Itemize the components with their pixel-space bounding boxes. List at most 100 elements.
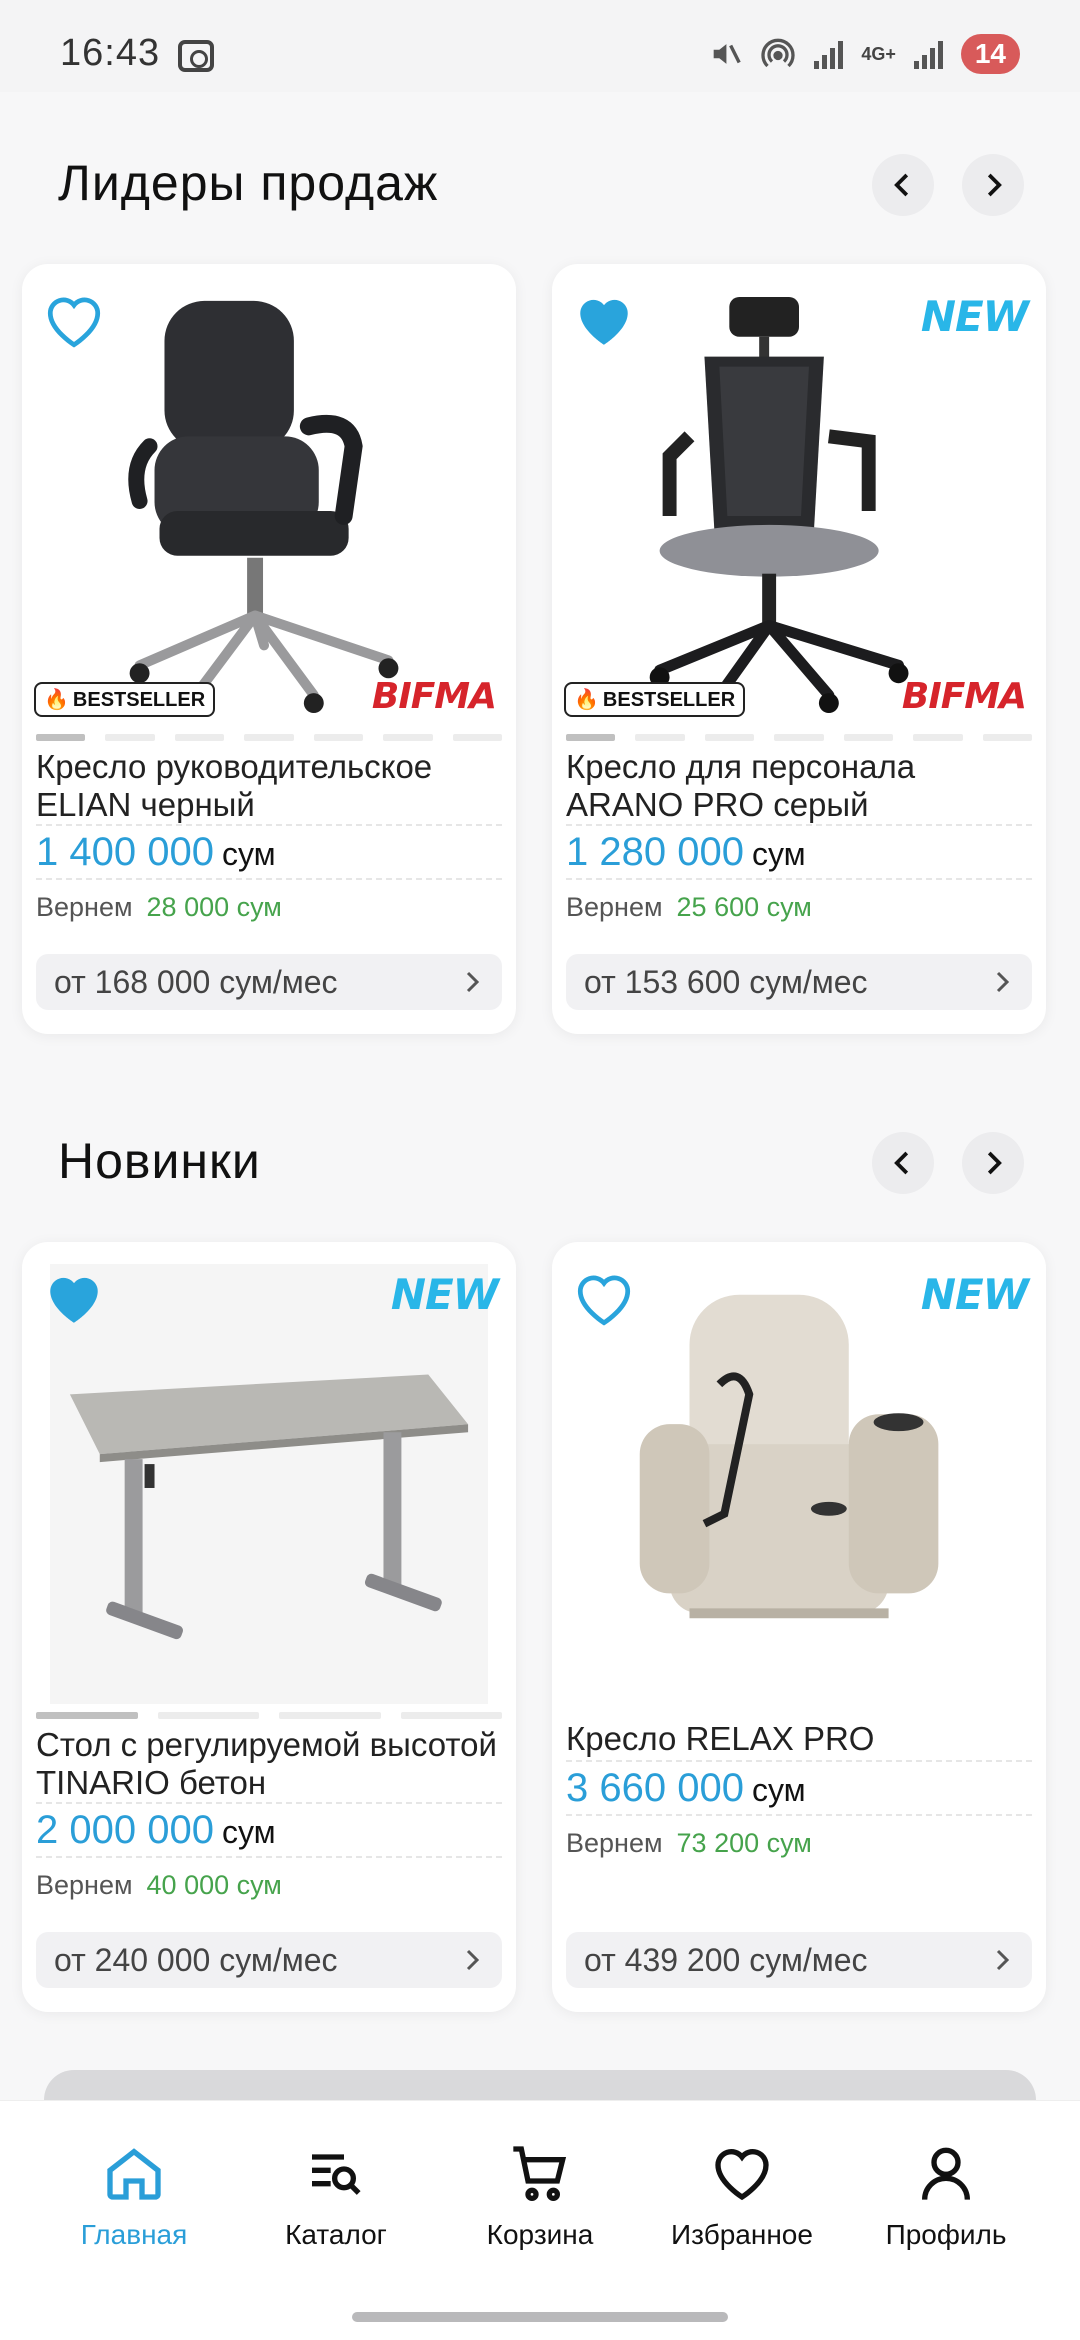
- screenshot-icon: [178, 40, 214, 72]
- mute-icon: [713, 44, 741, 64]
- tab-label: Главная: [80, 2219, 188, 2250]
- brand-logo: BIFMA: [901, 676, 1027, 717]
- new-badge: NEW: [920, 292, 1029, 341]
- chevron-right-icon: [987, 173, 1002, 197]
- bestseller-badge: 🔥 BESTSELLER: [34, 682, 216, 717]
- user-icon: [922, 2147, 970, 2200]
- tab-label: Каталог: [285, 2219, 387, 2250]
- product-name[interactable]: Стол с регулируемой высотой TINARIO бето…: [36, 1726, 502, 1802]
- next-button[interactable]: [962, 154, 1024, 216]
- mesh-chair-image: [649, 296, 909, 714]
- tab-catalog[interactable]: Каталог: [236, 2141, 436, 2251]
- product-name[interactable]: Кресло RELAX PRO: [566, 1720, 1032, 1758]
- price-row: 2 000 000 сум: [36, 1802, 502, 1853]
- installment-button[interactable]: от 153 600 сум/мес: [566, 954, 1032, 1010]
- cashback-value: 25 600 сум: [676, 892, 812, 922]
- tab-label: Профиль: [885, 2219, 1007, 2250]
- status-bar: 16:43 4G+ 14: [0, 0, 1080, 92]
- standing-desk-image: [69, 1374, 469, 1640]
- chevron-right-icon: [996, 1949, 1010, 1971]
- chevron-left-icon: [894, 173, 909, 197]
- currency: сум: [751, 836, 806, 872]
- status-time: 16:43: [60, 32, 161, 74]
- installment-label: от 240 000 сум/мес: [54, 1942, 338, 1978]
- product-card[interactable]: NEW Стол с регулируемой высотой TINARIO …: [22, 1242, 516, 2012]
- cashback-value: 73 200 сум: [676, 1828, 812, 1858]
- product-name[interactable]: Кресло для персонала ARANO PRO серый: [566, 748, 1032, 824]
- tab-label: Избранное: [671, 2219, 813, 2250]
- new-badge: NEW: [390, 1270, 499, 1319]
- brand-logo: BIFMA: [371, 676, 497, 717]
- product-image-mesh-chair[interactable]: [580, 286, 1018, 726]
- new-badge: NEW: [920, 1270, 1029, 1319]
- product-price: 3 660 000: [566, 1766, 744, 1810]
- image-pagination: [36, 1712, 502, 1719]
- favorite-heart-icon[interactable]: [42, 292, 106, 350]
- tab-cart[interactable]: Корзина: [440, 2141, 640, 2251]
- home-indicator[interactable]: [352, 2312, 728, 2322]
- prev-button[interactable]: [872, 1132, 934, 1194]
- product-card[interactable]: NEW 🔥 BESTSELLER BIFMA Кресло для персона…: [552, 264, 1046, 1034]
- image-pagination: [566, 734, 1032, 741]
- product-image-desk[interactable]: [50, 1264, 488, 1704]
- prev-button[interactable]: [872, 154, 934, 216]
- cashback-label: Вернем: [36, 1870, 133, 1900]
- heart-icon: [715, 2149, 769, 2201]
- next-button[interactable]: [962, 1132, 1024, 1194]
- product-price: 1 400 000: [36, 830, 214, 874]
- product-card[interactable]: NEW Кресло RELAX PRO 3 660 000 сум Вернем…: [552, 1242, 1046, 2012]
- product-price: 1 280 000: [566, 830, 744, 874]
- catalog-search-icon: [312, 2154, 361, 2195]
- product-name[interactable]: Кресло руководительское ELIAN черный: [36, 748, 502, 824]
- cashback-row: Вернем 73 200 сум: [566, 1814, 1032, 1859]
- bestseller-badge: 🔥 BESTSELLER: [564, 682, 746, 717]
- section-title: Лидеры продаж: [58, 155, 439, 211]
- installment-button[interactable]: от 168 000 сум/мес: [36, 954, 502, 1010]
- product-price: 2 000 000: [36, 1808, 214, 1852]
- installment-button[interactable]: от 240 000 сум/мес: [36, 1932, 502, 1988]
- cashback-label: Вернем: [36, 892, 133, 922]
- chevron-right-icon: [987, 1151, 1002, 1175]
- cashback-value: 40 000 сум: [146, 1870, 282, 1900]
- installment-label: от 439 200 сум/мес: [584, 1942, 868, 1978]
- tab-profile[interactable]: Профиль: [846, 2141, 1046, 2251]
- product-card[interactable]: 🔥 BESTSELLER BIFMA Кресло руководительско…: [22, 264, 516, 1034]
- tab-label: Корзина: [486, 2219, 594, 2250]
- favorite-heart-icon[interactable]: [572, 1270, 636, 1328]
- cashback-row: Вернем 25 600 сум: [566, 878, 1032, 923]
- currency: сум: [221, 1814, 276, 1850]
- chevron-right-icon: [466, 1949, 480, 1971]
- price-row: 1 400 000 сум: [36, 824, 502, 875]
- price-row: 3 660 000 сум: [566, 1760, 1032, 1811]
- favorite-heart-icon[interactable]: [572, 292, 636, 350]
- signal-icon-2: [913, 39, 943, 69]
- office-chair-image: [128, 300, 399, 714]
- section-title: Новинки: [58, 1133, 261, 1189]
- hotspot-icon: [761, 38, 795, 68]
- price-row: 1 280 000 сум: [566, 824, 1032, 875]
- bottom-tab-bar: Главная Каталог Корзина Избранное Профил…: [0, 2100, 1080, 2340]
- chevron-left-icon: [894, 1151, 909, 1175]
- installment-button[interactable]: от 439 200 сум/мес: [566, 1932, 1032, 1988]
- product-image-recliner[interactable]: [580, 1264, 1018, 1664]
- tab-favorites[interactable]: Избранное: [642, 2141, 842, 2251]
- cashback-row: Вернем 40 000 сум: [36, 1856, 502, 1901]
- installment-label: от 153 600 сум/мес: [584, 964, 868, 1000]
- fire-icon: 🔥: [44, 689, 69, 711]
- recliner-image: [639, 1294, 939, 1619]
- currency: сум: [751, 1772, 806, 1808]
- fire-icon: 🔥: [574, 689, 599, 711]
- currency: сум: [221, 836, 276, 872]
- product-image-office-chair[interactable]: [50, 286, 488, 726]
- status-icons: 4G+ 14: [708, 34, 1020, 74]
- cashback-label: Вернем: [566, 892, 663, 922]
- cashback-label: Вернем: [566, 1828, 663, 1858]
- tab-home[interactable]: Главная: [34, 2141, 234, 2251]
- cashback-row: Вернем 28 000 сум: [36, 878, 502, 923]
- network-type: 4G+: [861, 44, 896, 64]
- image-pagination: [36, 734, 502, 741]
- battery-indicator: 14: [960, 34, 1020, 74]
- chevron-right-icon: [996, 971, 1010, 993]
- favorite-heart-icon[interactable]: [42, 1270, 106, 1328]
- cart-icon: [513, 2146, 567, 2201]
